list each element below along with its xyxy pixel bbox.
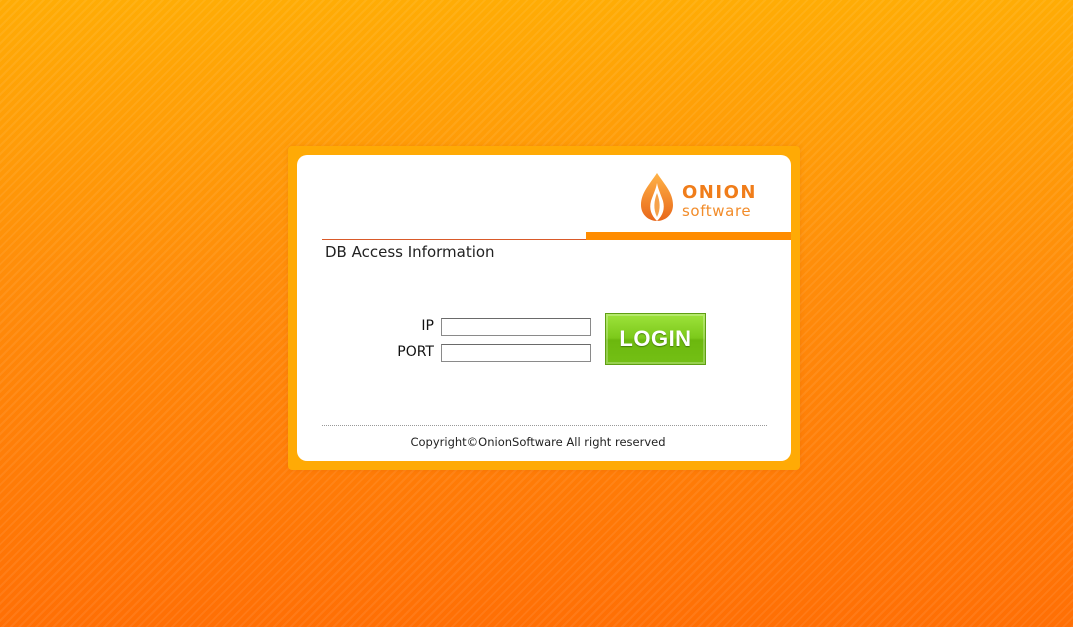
login-button[interactable]: LOGIN <box>605 313 706 365</box>
ip-label: IP <box>421 318 434 334</box>
login-card: ONION software DB Access Information IP … <box>297 155 791 461</box>
ip-input[interactable] <box>441 318 591 336</box>
footer-dotted-divider <box>322 425 767 426</box>
brand-name-line1: ONION <box>682 182 757 203</box>
port-label: PORT <box>397 344 434 360</box>
copyright-text: Copyright©OnionSoftware All right reserv… <box>410 435 666 449</box>
brand-name-line2: software <box>682 202 752 220</box>
section-title: DB Access Information <box>325 243 495 261</box>
header-divider-accent <box>586 232 791 240</box>
onion-software-logo: ONION software <box>637 171 777 223</box>
login-frame: ONION software DB Access Information IP … <box>288 146 800 470</box>
onion-flame-icon <box>641 173 673 221</box>
port-input[interactable] <box>441 344 591 362</box>
header-divider-thin <box>322 239 586 240</box>
